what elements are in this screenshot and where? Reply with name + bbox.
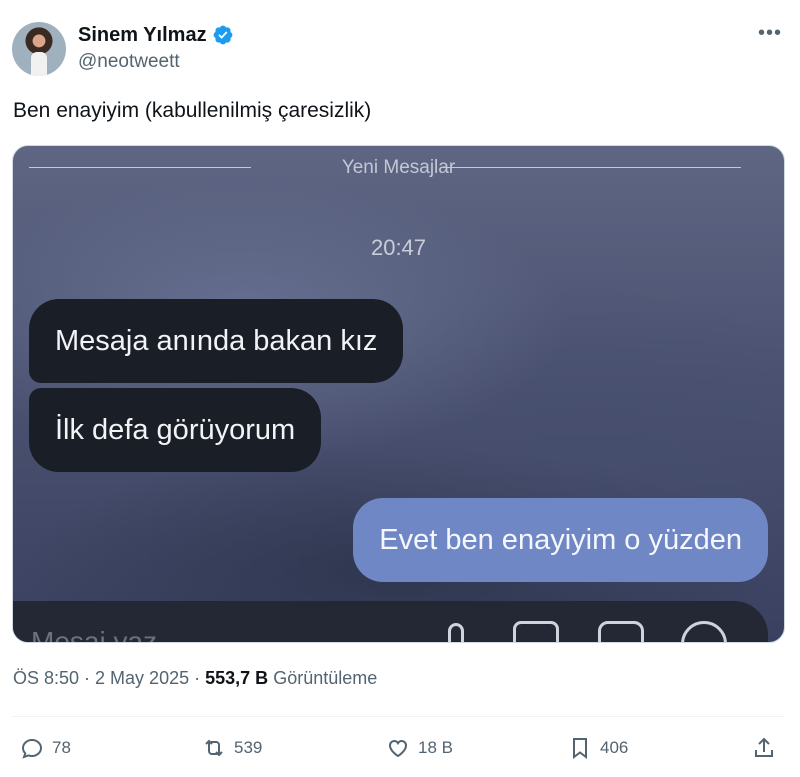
author-avatar[interactable]	[12, 22, 66, 76]
share-icon	[755, 737, 773, 757]
image-icon	[513, 621, 559, 642]
repost-count: 539	[234, 738, 263, 757]
separator	[12, 716, 784, 717]
meta-dot: ·	[194, 668, 201, 688]
new-messages-label: Yeni Mesajlar	[341, 157, 456, 178]
verified-badge-icon	[213, 25, 232, 45]
composer-placeholder: Mesaj yaz...	[31, 626, 181, 643]
share-button[interactable]	[752, 736, 776, 760]
bookmark-icon	[573, 738, 587, 759]
tweet-text: Ben enayiyim (kabullenilmiş çaresizlik)	[13, 99, 372, 122]
message-bubble-outgoing: Evet ben enayiyim o yüzden	[353, 498, 768, 582]
author-name[interactable]: Sinem Yılmaz	[78, 22, 207, 48]
message-bubble-incoming: Mesaja anında bakan kız	[29, 299, 404, 383]
tweet-timestamp[interactable]: ÖS 8:50 · 2 May 2025	[13, 668, 189, 688]
heart-icon	[388, 739, 408, 758]
sticker-icon	[598, 621, 644, 642]
repost-icon	[205, 739, 223, 757]
repost-button[interactable]: 539	[202, 736, 262, 760]
add-icon	[681, 621, 727, 642]
like-button[interactable]: 18 B	[386, 736, 453, 760]
views-count: 553,7 B	[205, 668, 269, 688]
reply-count: 78	[52, 738, 71, 757]
microphone-icon	[448, 623, 464, 642]
author-name-row[interactable]: Sinem Yılmaz	[78, 22, 234, 48]
tweet-meta: ÖS 8:50 · 2 May 2025 · 553,7 B Görüntüle…	[13, 668, 377, 689]
author-handle[interactable]: @neotweett	[78, 51, 180, 73]
message-time: 20:47	[370, 235, 427, 260]
reply-icon	[21, 738, 43, 759]
reply-button[interactable]: 78	[20, 736, 71, 760]
bookmark-button[interactable]: 406	[568, 736, 628, 760]
message-bubble-incoming: İlk defa görüyorum	[29, 388, 322, 472]
more-options-icon[interactable]: •••	[758, 22, 782, 48]
bookmark-count: 406	[600, 738, 629, 757]
views-label: Görüntüleme	[273, 668, 378, 688]
message-composer: Mesaj yaz...	[13, 601, 768, 643]
like-count: 18 B	[418, 738, 453, 757]
tweet-image[interactable]: Yeni Mesajlar 20:47 Mesaja anında bakan …	[12, 145, 785, 643]
